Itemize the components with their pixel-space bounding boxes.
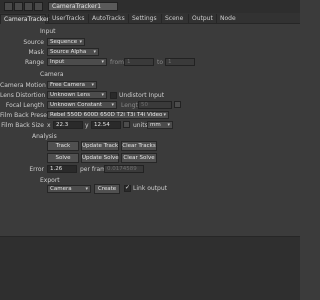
- lens-distortion-value: Unknown Lens: [50, 92, 90, 98]
- from-field[interactable]: 1: [124, 58, 154, 66]
- solve-button[interactable]: Solve: [47, 153, 79, 163]
- error-field[interactable]: 1.26: [47, 165, 77, 173]
- per-frame-field[interactable]: 0.0174589: [104, 165, 144, 173]
- link-output-label: Link output: [133, 185, 167, 192]
- chevron-down-icon: ▾: [101, 92, 104, 98]
- export-value: Camera: [50, 186, 72, 192]
- animation-menu-icon[interactable]: [123, 121, 130, 128]
- to-field[interactable]: 1: [165, 58, 195, 66]
- title-bar: CameraTracker1: [0, 0, 300, 13]
- section-camera: Camera: [40, 71, 64, 78]
- to-label: to: [157, 59, 164, 66]
- tab-output[interactable]: Output: [188, 14, 216, 24]
- film-back-preset-value: Rebel 550D 600D 650D T2i T3i T4i Video: [50, 112, 163, 118]
- lens-distortion-label: Lens Distortion: [0, 92, 46, 99]
- chevron-down-icon: ▾: [163, 112, 166, 118]
- node-name-field[interactable]: CameraTracker1: [48, 2, 118, 11]
- update-track-button[interactable]: Update Track: [81, 141, 119, 151]
- update-solve-button[interactable]: Update Solve: [81, 153, 119, 163]
- tab-usertracks[interactable]: UserTracks: [48, 14, 88, 24]
- undistort-input-checkbox[interactable]: [110, 92, 117, 99]
- chevron-down-icon: ▾: [167, 122, 170, 128]
- chevron-down-icon: ▾: [85, 186, 88, 192]
- units-value: mm: [150, 122, 161, 128]
- film-back-y-field[interactable]: 12.54: [91, 121, 121, 129]
- clear-tracks-button[interactable]: Clear Tracks: [121, 141, 157, 151]
- from-label: from: [110, 59, 124, 66]
- focal-length-dropdown[interactable]: Unknown Constant ▾: [47, 101, 117, 109]
- node-icon[interactable]: [4, 2, 13, 11]
- units-label: units: [133, 122, 148, 129]
- tab-bar: CameraTracker UserTracks AutoTracks Sett…: [0, 13, 300, 24]
- tab-scene[interactable]: Scene: [161, 14, 186, 24]
- film-back-y-label: y: [85, 122, 89, 129]
- link-output-checkbox[interactable]: [124, 184, 131, 192]
- range-dropdown[interactable]: Input ▾: [47, 58, 107, 66]
- undistort-input-label: Undistort Input: [119, 92, 165, 99]
- film-back-preset-dropdown[interactable]: Rebel 550D 600D 650D T2i T3i T4i Video ▾: [47, 111, 169, 119]
- lens-distortion-dropdown[interactable]: Unknown Lens ▾: [47, 91, 107, 99]
- film-back-size-label: Film Back Size: [1, 122, 44, 129]
- chevron-down-icon: ▾: [93, 49, 96, 55]
- focal-length-label: Focal Length: [5, 102, 44, 109]
- section-analysis: Analysis: [32, 133, 57, 140]
- section-input: Input: [40, 28, 56, 35]
- film-back-x-field[interactable]: 22.3: [53, 121, 83, 129]
- mask-label: Mask: [28, 49, 44, 56]
- chevron-down-icon: ▾: [91, 82, 94, 88]
- empty-panel-area: [0, 236, 300, 300]
- clear-solve-button[interactable]: Clear Solve: [121, 153, 157, 163]
- source-label: Source: [23, 39, 44, 46]
- chevron-down-icon: ▾: [79, 39, 82, 45]
- tab-node[interactable]: Node: [216, 14, 239, 24]
- camera-motion-value: Free Camera: [50, 82, 86, 88]
- tab-cameratracker[interactable]: CameraTracker: [0, 14, 49, 24]
- source-dropdown[interactable]: Sequence ▾: [47, 38, 85, 46]
- track-button[interactable]: Track: [47, 141, 79, 151]
- section-export: Export: [40, 177, 60, 184]
- units-dropdown[interactable]: mm ▾: [147, 121, 173, 129]
- tab-settings[interactable]: Settings: [128, 14, 160, 24]
- animation-menu-icon[interactable]: [174, 101, 181, 108]
- export-dropdown[interactable]: Camera ▾: [47, 185, 91, 193]
- tab-autotracks[interactable]: AutoTracks: [88, 14, 128, 24]
- range-value: Input: [50, 59, 65, 65]
- error-label: Error: [29, 166, 44, 173]
- film-back-preset-label: Film Back Preset: [0, 112, 50, 119]
- create-button[interactable]: Create: [94, 184, 120, 194]
- source-value: Sequence: [50, 39, 78, 45]
- swatch-icon[interactable]: [14, 2, 23, 11]
- chevron-down-icon: ▾: [101, 59, 104, 65]
- link-icon[interactable]: [34, 2, 43, 11]
- focal-length-value: Unknown Constant: [50, 102, 103, 108]
- range-label: Range: [24, 59, 44, 66]
- properties-panel: Input Source Sequence ▾ Mask Source Alpha…: [0, 25, 300, 235]
- chevron-down-icon: ▾: [111, 102, 114, 108]
- camera-motion-label: Camera Motion: [0, 82, 46, 89]
- film-back-x-label: x: [47, 122, 51, 129]
- mask-value: Source Alpha: [50, 49, 87, 55]
- camera-motion-dropdown[interactable]: Free Camera ▾: [47, 81, 97, 89]
- length-field[interactable]: 50: [138, 101, 172, 109]
- color-icon[interactable]: [24, 2, 33, 11]
- mask-dropdown[interactable]: Source Alpha ▾: [47, 48, 99, 56]
